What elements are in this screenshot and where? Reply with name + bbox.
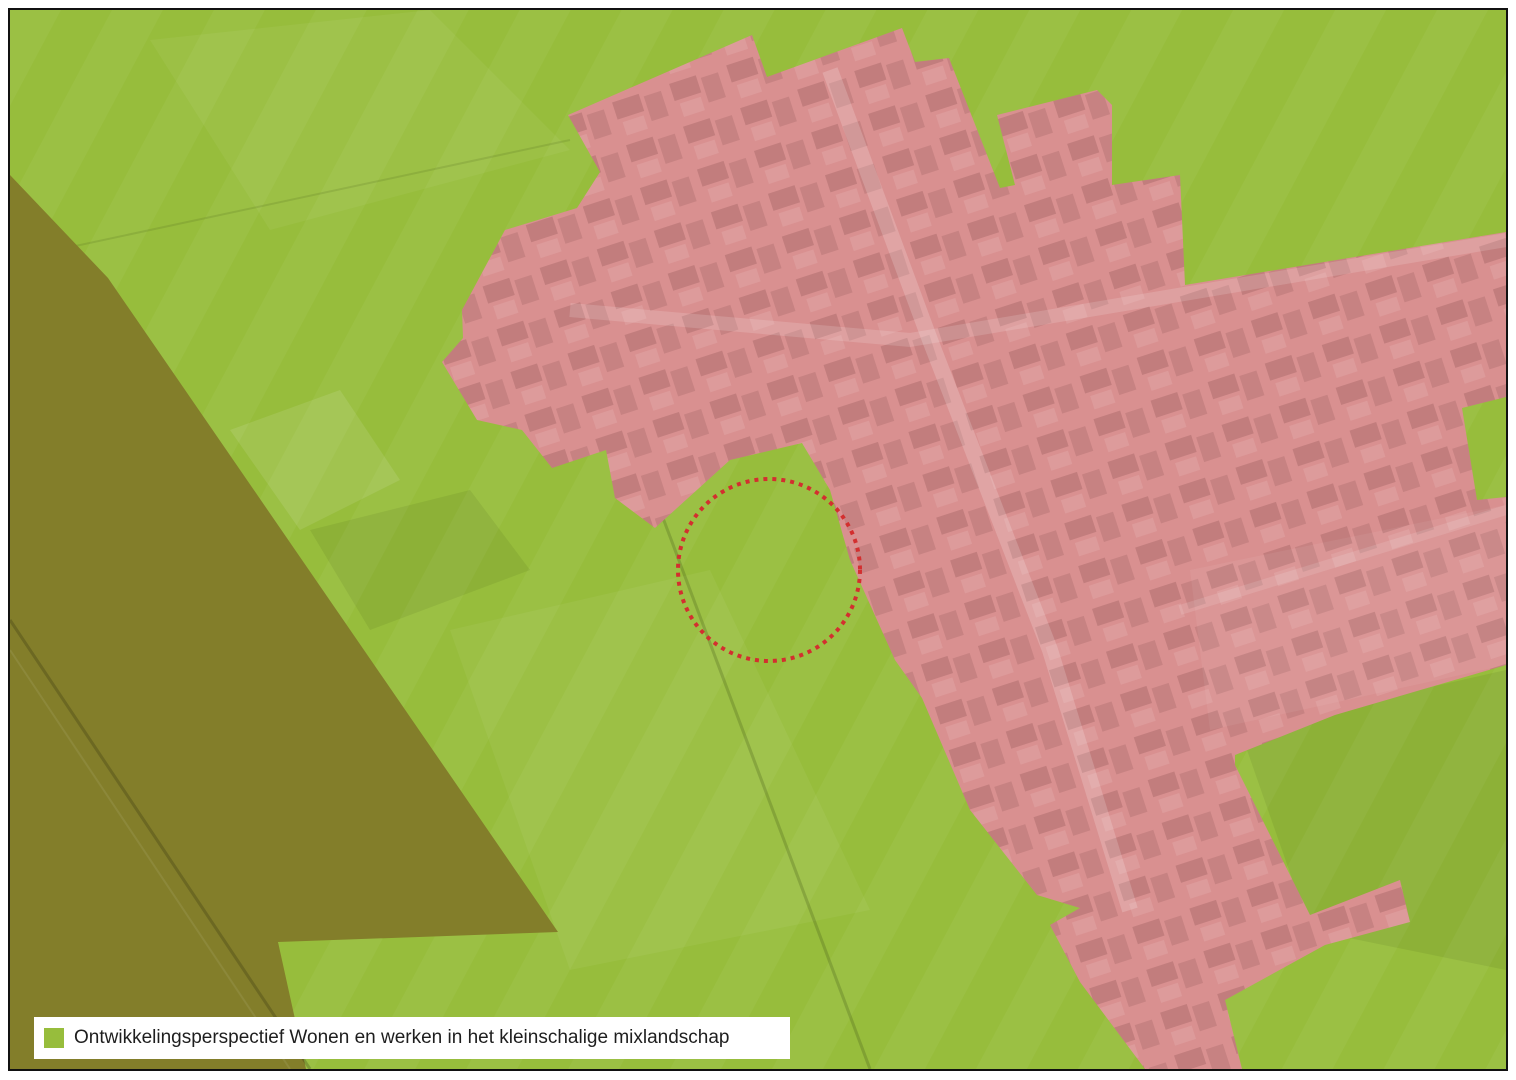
map-legend: Ontwikkelingsperspectief Wonen en werken… bbox=[34, 1017, 790, 1059]
legend-label: Ontwikkelingsperspectief Wonen en werken… bbox=[74, 1027, 730, 1048]
map-frame[interactable]: Ontwikkelingsperspectief Wonen en werken… bbox=[8, 8, 1508, 1071]
map-canvas[interactable] bbox=[10, 10, 1506, 1069]
legend-swatch-icon bbox=[44, 1028, 64, 1048]
